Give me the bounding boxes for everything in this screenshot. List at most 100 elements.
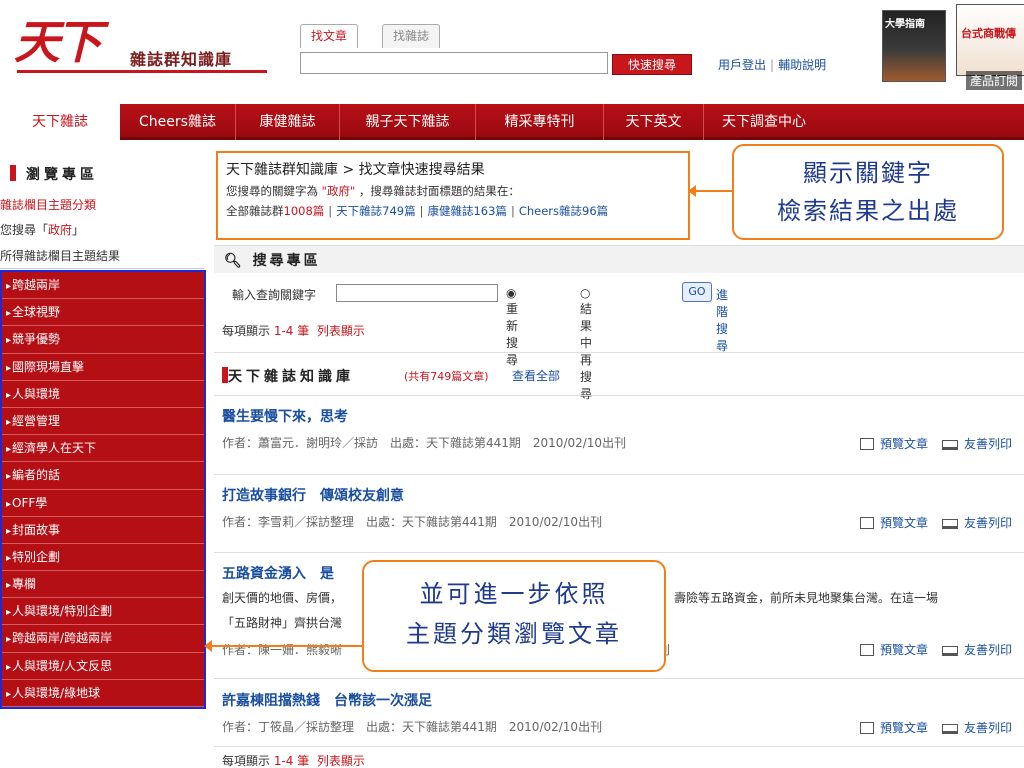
print-link[interactable]: 友善列印 [964, 516, 1012, 530]
category-list: 跨越兩岸 全球視野 競爭優勢 國際現場直擊 人與環境 經營管理 經濟學人在天下 … [0, 270, 206, 709]
nav-special[interactable]: 精采專特刊 [476, 104, 604, 140]
health-count-link[interactable]: 康健雜誌163篇 [427, 204, 506, 218]
article-title[interactable]: 許嘉棟阻擋熱錢 台幣該一次漲足 [222, 690, 1024, 710]
radio-new-search[interactable]: ◉ 重新搜尋 [506, 286, 518, 368]
nav-tianxia[interactable]: 天下雜誌 [0, 104, 120, 140]
logo-sub-text: 雜誌群知識庫 [130, 50, 233, 69]
print-icon [941, 440, 958, 450]
keyword-line: 您搜尋的關鍵字為 "政府" ，搜尋雜誌封面標題的結果在： [226, 183, 680, 199]
radio-search-within[interactable]: ○結果中再搜尋 [580, 286, 592, 402]
category-item[interactable]: 國際現場直擊 [2, 353, 204, 381]
article-item: 許嘉棟阻擋熱錢 台幣該一次漲足 作者：丁筱晶／採訪整理 出處：天下雜誌第441期… [222, 690, 1024, 735]
magazine-cover-1[interactable]: 大學指南 [882, 10, 946, 82]
article-actions: 預覽文章 友善列印 [859, 435, 1012, 452]
divider [214, 746, 1024, 747]
divider [214, 352, 1024, 353]
divider [214, 395, 1024, 396]
preview-icon [859, 517, 874, 529]
nav-cheers[interactable]: Cheers雜誌 [120, 104, 236, 140]
per-page-top: 每項顯示 1-4 筆 列表顯示 [222, 322, 365, 339]
tab-find-article[interactable]: 找文章 [300, 24, 359, 48]
print-link[interactable]: 友善列印 [964, 721, 1012, 735]
annotation-callout-category: 並可進一步依照 主題分類瀏覽文章 [362, 560, 666, 672]
go-button[interactable]: GO [682, 282, 712, 302]
cw-count-link[interactable]: 天下雜誌749篇 [336, 204, 415, 218]
print-link[interactable]: 友善列印 [964, 437, 1012, 451]
per-page-bottom: 每項顯示 1-4 筆 列表顯示 [222, 752, 365, 768]
category-item[interactable]: 競爭優勢 [2, 326, 204, 354]
callout-arrow [688, 185, 732, 197]
nav-health[interactable]: 康健雜誌 [236, 104, 340, 140]
count-separator: | [419, 204, 424, 218]
category-item[interactable]: 人與環境/綠地球 [2, 679, 204, 707]
all-magazines-label: 全部雜誌群 [226, 204, 284, 218]
browse-title-text: 瀏覽專區 [26, 167, 98, 183]
category-item[interactable]: 專欄 [2, 571, 204, 599]
category-item[interactable]: 特別企劃 [2, 543, 204, 572]
per-page-range[interactable]: 1-4 筆 [274, 324, 309, 338]
radio-new-search-label: 重新搜尋 [506, 302, 519, 367]
article-actions: 預覽文章 友善列印 [859, 641, 1012, 658]
magazine-covers[interactable]: 大學指南 台式商戰傳 產品訂閱 [876, 4, 1024, 92]
advanced-search-link[interactable]: 進階搜尋 [716, 286, 728, 354]
site-header: 天下 雜誌群知識庫 找文章 找雜誌 快速搜尋 用戶登出 | 輔助說明 大學指南 台式… [0, 0, 1024, 96]
article-title[interactable]: 醫生要慢下來，思考 [222, 406, 1024, 426]
keyword-value: "政府" [321, 184, 356, 198]
query-row: 輸入查詢關鍵字 ◉ 重新搜尋 ○結果中再搜尋 GO 進階搜尋 [232, 282, 728, 401]
count-separator: | [510, 204, 515, 218]
search-area-title: 🔍︎ 搜尋專區 [224, 250, 321, 270]
list-view-link[interactable]: 列表顯示 [317, 754, 365, 768]
logo-main-text: 天下 [14, 15, 102, 69]
query-input[interactable] [336, 284, 498, 302]
nav-parenting[interactable]: 親子天下雜誌 [340, 104, 476, 140]
category-item[interactable]: 經濟學人在天下 [2, 435, 204, 463]
search-keyword-line: 您搜尋「政府」 [0, 221, 84, 238]
category-item[interactable]: 人與環境/人文反思 [2, 652, 204, 680]
print-icon [941, 646, 958, 656]
cheers-count-link[interactable]: Cheers雜誌96篇 [519, 204, 608, 218]
category-item[interactable]: 人與環境/特別企劃 [2, 598, 204, 626]
quick-search-input[interactable] [300, 52, 608, 74]
preview-link[interactable]: 預覽文章 [880, 516, 928, 530]
category-item[interactable]: OFF學 [2, 489, 204, 517]
site-logo[interactable]: 天下 雜誌群知識庫 [14, 6, 274, 73]
category-item[interactable]: 經營管理 [2, 407, 204, 436]
search-icon: 🔍︎ [224, 253, 245, 269]
category-item[interactable]: 全球視野 [2, 299, 204, 327]
per-page-prefix: 每項顯示 [222, 754, 274, 768]
list-view-link[interactable]: 列表顯示 [317, 324, 365, 338]
callout-line: 檢索結果之出處 [777, 197, 959, 225]
preview-link[interactable]: 預覽文章 [880, 437, 928, 451]
preview-link[interactable]: 預覽文章 [880, 643, 928, 657]
logout-link[interactable]: 用戶登出 [718, 58, 766, 72]
category-item[interactable]: 跨越兩岸 [2, 272, 204, 300]
category-item[interactable]: 編者的話 [2, 462, 204, 490]
article-title[interactable]: 打造故事銀行 傳頌校友創意 [222, 485, 1024, 505]
per-page-range[interactable]: 1-4 筆 [274, 754, 309, 768]
nav-survey-center[interactable]: 天下調查中心 [704, 104, 824, 140]
source-counts: 全部雜誌群1008篇 | 天下雜誌749篇 | 康健雜誌163篇 | Cheers雜誌96篇 [226, 203, 680, 219]
print-link[interactable]: 友善列印 [964, 643, 1012, 657]
article-item: 醫生要慢下來，思考 作者：蕭富元．謝明玲／採訪 出處：天下雜誌第441期 201… [222, 406, 1024, 451]
preview-link[interactable]: 預覽文章 [880, 721, 928, 735]
magazine-cover-2[interactable]: 台式商戰傳 [956, 4, 1024, 76]
tab-find-magazine[interactable]: 找雜誌 [382, 24, 441, 48]
logo-underline [17, 70, 267, 73]
per-page-prefix: 每項顯示 [222, 324, 274, 338]
category-item[interactable]: 人與環境 [2, 380, 204, 408]
category-item[interactable]: 跨越兩岸/跨越兩岸 [2, 625, 204, 653]
print-icon [941, 519, 958, 529]
article-item: 打造故事銀行 傳頌校友創意 作者：李雪莉／採訪整理 出處：天下雜誌第441期 2… [222, 485, 1024, 530]
cover-2-title: 台式商戰傳 [961, 27, 1016, 40]
help-link[interactable]: 輔助說明 [778, 58, 826, 72]
view-all-link[interactable]: 查看全部 [512, 367, 560, 384]
search-keyword: 政府 [48, 223, 73, 237]
nav-english[interactable]: 天下英文 [604, 104, 704, 140]
category-item[interactable]: 封面故事 [2, 516, 204, 544]
preview-icon [859, 644, 874, 656]
all-magazines-count: 1008篇 [283, 204, 325, 218]
radio-selected-icon: ◉ [506, 286, 517, 300]
cover-1-title: 大學指南 [885, 19, 925, 30]
product-subscribe-label[interactable]: 產品訂閱 [965, 71, 1022, 90]
quick-search-button[interactable]: 快速搜尋 [612, 54, 692, 75]
